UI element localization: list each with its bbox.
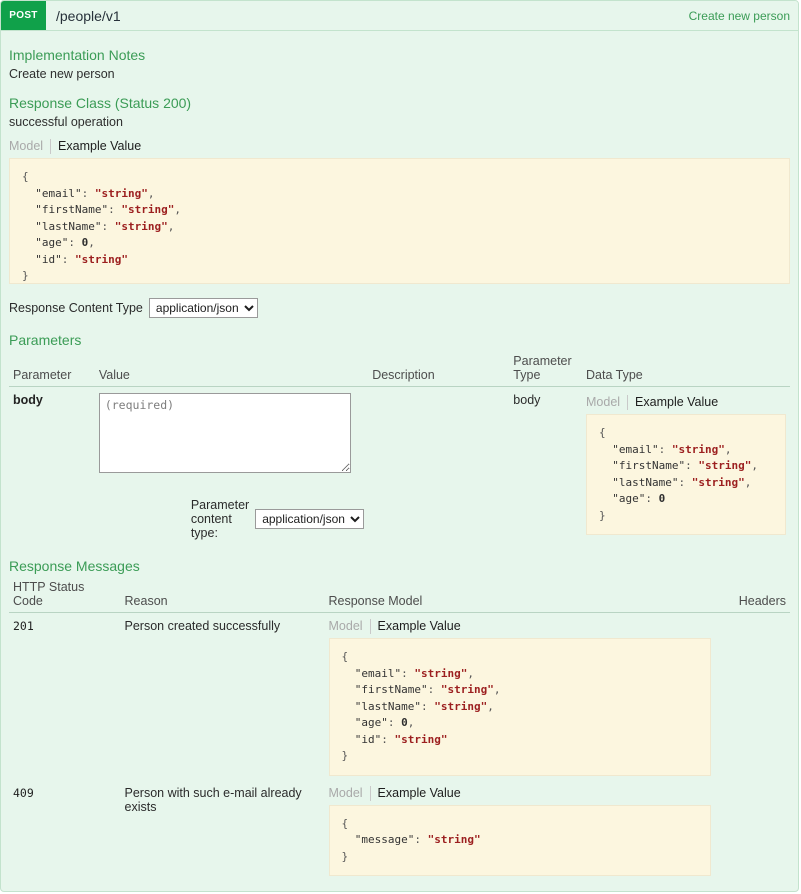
parameter-example-snippet: { "email": "string", "firstName": "strin… bbox=[586, 414, 786, 535]
response-headers-cell bbox=[715, 613, 791, 780]
response-messages-table-body: 201 Person created successfully Model Ex… bbox=[9, 613, 790, 881]
response-model-cell: Model Example Value { "message": "string… bbox=[325, 780, 715, 881]
response-reason-cell: Person with such e-mail already exists bbox=[121, 780, 325, 881]
col-http-status-code: HTTP Status Code bbox=[9, 578, 121, 613]
response-status-code: 409 bbox=[13, 785, 34, 800]
response-status-cell: 409 bbox=[9, 780, 121, 881]
response-status-code: 201 bbox=[13, 619, 34, 633]
col-parameter: Parameter bbox=[9, 352, 95, 387]
tab-model[interactable]: Model bbox=[586, 395, 629, 410]
parameter-content-type-select[interactable]: application/json bbox=[255, 509, 365, 529]
tab-example-value[interactable]: Example Value bbox=[371, 786, 461, 801]
parameters-table-head: Parameter Value Description Parameter Ty… bbox=[9, 352, 790, 387]
response-class-title: Response Class (Status 200) bbox=[9, 95, 192, 111]
parameters-header-row: Parameter Value Description Parameter Ty… bbox=[9, 352, 790, 387]
parameter-content-type-label: Parameter content type: bbox=[190, 498, 250, 540]
response-example-snippet: { "message": "string" } bbox=[328, 804, 711, 876]
response-example-snippet: { "email": "string", "firstName": "strin… bbox=[328, 638, 711, 776]
col-headers: Headers bbox=[714, 578, 790, 613]
response-reason-text: Person created successfully bbox=[124, 619, 281, 633]
col-parameter-type: Parameter Type bbox=[509, 352, 582, 387]
tab-model[interactable]: Model bbox=[329, 619, 371, 634]
response-reason-text: Person with such e-mail already exists bbox=[124, 785, 302, 814]
parameters-table-body: body Parameter content type: application… bbox=[9, 387, 790, 545]
response-model-tabs: Model Example Value bbox=[329, 785, 711, 801]
http-method-badge: POST bbox=[1, 1, 46, 30]
response-content-type-label: Response Content Type bbox=[9, 301, 143, 315]
implementation-notes-text: Create new person bbox=[9, 67, 115, 81]
parameter-description-cell bbox=[368, 387, 509, 545]
table-row: 201 Person created successfully Model Ex… bbox=[9, 613, 790, 780]
response-messages-header-row: HTTP Status Code Reason Response Model H… bbox=[9, 578, 790, 613]
parameters-title: Parameters bbox=[9, 332, 82, 348]
submit-container: Try it out! bbox=[9, 888, 790, 891]
parameter-value-cell: Parameter content type: application/json bbox=[95, 387, 368, 545]
tab-model[interactable]: Model bbox=[9, 139, 52, 154]
table-row: body Parameter content type: application… bbox=[9, 387, 790, 545]
tab-example-value[interactable]: Example Value bbox=[371, 619, 461, 634]
parameter-name-cell: body bbox=[9, 387, 95, 545]
col-response-model: Response Model bbox=[324, 578, 715, 613]
tab-example-value[interactable]: Example Value bbox=[628, 395, 718, 410]
parameter-content-type-row: Parameter content type: application/json bbox=[190, 498, 365, 540]
col-data-type: Data Type bbox=[582, 352, 790, 387]
response-messages-table-head: HTTP Status Code Reason Response Model H… bbox=[9, 578, 790, 613]
table-row: 409 Person with such e-mail already exis… bbox=[9, 780, 790, 881]
col-reason: Reason bbox=[120, 578, 325, 613]
tab-model[interactable]: Model bbox=[329, 785, 371, 801]
parameter-data-type-cell: Model Example Value { "email": "string",… bbox=[582, 387, 790, 545]
operation-summary-link[interactable]: Create new person bbox=[689, 1, 798, 30]
col-value: Value bbox=[94, 352, 369, 387]
col-parameter-type-line2: Type bbox=[513, 368, 541, 382]
response-class-tabs: Model Example Value bbox=[9, 139, 790, 154]
response-content-type-select[interactable]: application/json bbox=[148, 298, 258, 318]
operation-content: Implementation Notes Create new person R… bbox=[1, 31, 798, 891]
col-description: Description bbox=[368, 352, 510, 387]
response-content-type-row: Response Content Type application/json bbox=[9, 298, 790, 318]
col-parameter-type-line1: Parameter bbox=[513, 354, 572, 368]
tab-example-value[interactable]: Example Value bbox=[51, 139, 141, 154]
response-messages-table: HTTP Status Code Reason Response Model H… bbox=[9, 578, 790, 880]
response-class-description: successful operation bbox=[9, 115, 123, 129]
response-messages-title: Response Messages bbox=[9, 558, 140, 574]
operation-heading[interactable]: POST /people/v1 Create new person bbox=[1, 1, 798, 31]
parameter-name: body bbox=[13, 393, 43, 407]
response-model-tabs: Model Example Value bbox=[329, 619, 711, 634]
operation-path[interactable]: /people/v1 bbox=[46, 1, 121, 30]
body-parameter-input[interactable] bbox=[98, 393, 351, 473]
implementation-notes-title: Implementation Notes bbox=[9, 47, 146, 63]
parameter-type-cell: body bbox=[513, 393, 541, 407]
response-headers-cell bbox=[715, 780, 791, 881]
parameters-table: Parameter Value Description Parameter Ty… bbox=[9, 352, 790, 544]
response-status-cell: 201 bbox=[9, 613, 121, 780]
response-reason-cell: Person created successfully bbox=[121, 613, 325, 780]
response-model-cell: Model Example Value { "email": "string",… bbox=[325, 613, 715, 780]
parameter-model-tabs: Model Example Value bbox=[586, 395, 786, 410]
api-operation-panel: POST /people/v1 Create new person Implem… bbox=[0, 0, 799, 892]
response-class-example-snippet: { "email": "string", "firstName": "strin… bbox=[9, 158, 790, 284]
